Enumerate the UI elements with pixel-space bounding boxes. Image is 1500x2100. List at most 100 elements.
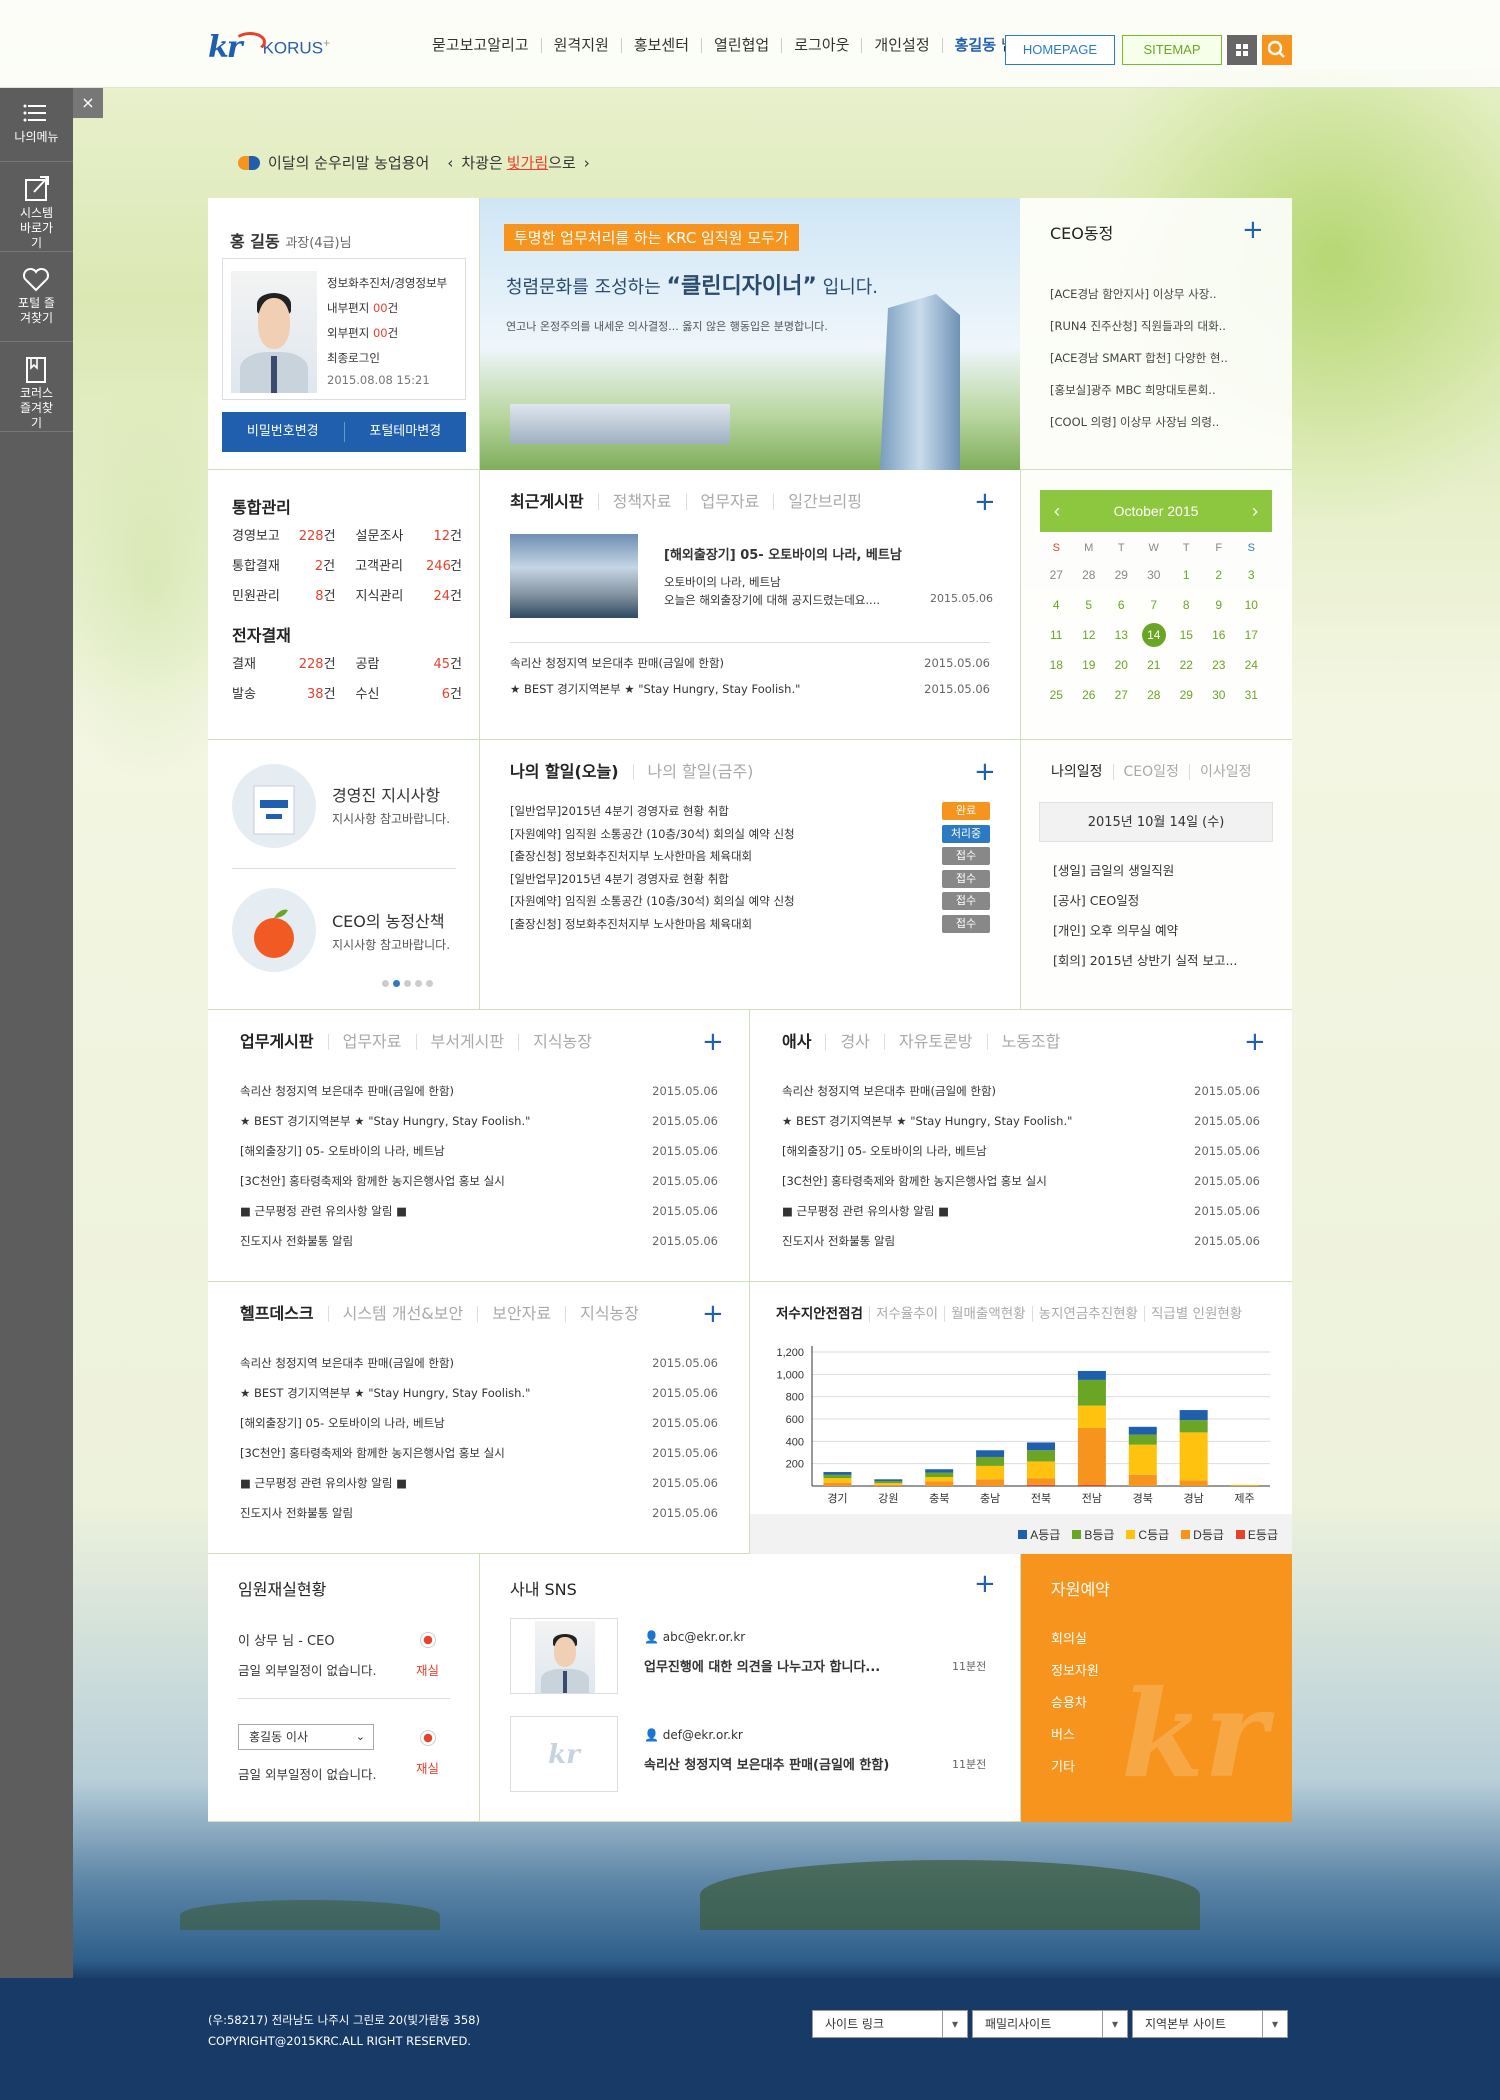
list-item[interactable]: [3C천안] 홍타령축제와 함께한 농지은행사업 홍보 실시 2015.05.06 (240, 1166, 718, 1196)
calendar-day[interactable]: 19 (1073, 650, 1106, 680)
stat-label[interactable]: 민원관리 (232, 582, 295, 612)
calendar-day[interactable]: 25 (1040, 680, 1073, 710)
tab-security-data[interactable]: 보안자료 (477, 1306, 565, 1322)
calendar-day[interactable]: 5 (1073, 590, 1106, 620)
ceo-news-item[interactable]: [COOL 의령] 이상무 사장님 의령.. (1050, 406, 1228, 438)
calendar-day[interactable]: 12 (1073, 620, 1106, 650)
recent-feature-title[interactable]: [해외출장기] 05- 오토바이의 나라, 베트남 (664, 544, 902, 563)
schedule-item[interactable]: [개인] 오후 의무실 예약 (1053, 916, 1237, 946)
sns-more-icon[interactable]: + (974, 1571, 996, 1597)
calendar-day[interactable]: 29 (1170, 680, 1203, 710)
calendar-day[interactable]: 15 (1170, 620, 1203, 650)
tab-farmland-pension[interactable]: 농지연금추진현황 (1031, 1306, 1144, 1322)
calendar-day[interactable]: 26 (1073, 680, 1106, 710)
stat-label[interactable]: 통합결재 (232, 552, 294, 582)
change-password-button[interactable]: 비밀번호변경 (222, 422, 345, 442)
calendar-day[interactable]: 9 (1203, 590, 1236, 620)
stat-label[interactable]: 수신 (356, 680, 427, 710)
homepage-button[interactable]: HOMEPAGE (1005, 35, 1115, 65)
calendar-day[interactable]: 11 (1040, 620, 1073, 650)
tab-policy[interactable]: 정책자료 (597, 494, 686, 510)
list-item[interactable]: ■ 근무평정 관련 유의사항 알림 ■ 2015.05.06 (240, 1468, 718, 1498)
tab-knowledge-farm[interactable]: 지식농장 (518, 1034, 606, 1050)
schedule-item[interactable]: [생일] 금일의 생일직원 (1053, 856, 1237, 886)
todo-item[interactable]: [자원예약] 임직원 소통공간 (10층/30석) 회의실 예약 신청 처리중 (510, 823, 990, 846)
calendar-day[interactable]: 24 (1235, 650, 1268, 680)
calendar-day[interactable]: 28 (1138, 680, 1171, 710)
resource-item-info[interactable]: 정보자원 (1051, 1656, 1099, 1688)
sitemap-button[interactable]: SITEMAP (1122, 35, 1222, 65)
list-item[interactable]: 속리산 청정지역 보은대추 판매(금일에 한함) 2015.05.06 (510, 650, 990, 676)
schedule-item[interactable]: [회의] 2015년 상반기 실적 보고... (1053, 946, 1237, 976)
todo-item[interactable]: [일반업무]2015년 4분기 경영자료 현황 취합 접수 (510, 868, 990, 891)
main-banner[interactable]: 투명한 업무처리를 하는 KRC 임직원 모두가 청렴문화를 조성하는 “클린디… (480, 198, 1020, 470)
sns-post-text[interactable]: 속리산 청정지역 보은대추 판매(금일에 한함) (644, 1754, 889, 1773)
ceo-news-item[interactable]: [ACE경남 SMART 합천] 다양한 현.. (1050, 342, 1228, 374)
calendar-day[interactable]: 16 (1203, 620, 1236, 650)
tab-dept-board[interactable]: 부서게시판 (415, 1034, 519, 1050)
nav-item[interactable]: 열린협업 (701, 38, 781, 53)
resource-item-bus[interactable]: 버스 (1051, 1720, 1099, 1752)
carousel-dots[interactable] (382, 980, 433, 987)
tab-storage-trend[interactable]: 저수율추이 (868, 1306, 944, 1322)
tab-director-schedule[interactable]: 이사일정 (1188, 764, 1262, 780)
list-item[interactable]: ■ 근무평정 관련 유의사항 알림 ■ 2015.05.06 (240, 1196, 718, 1226)
calendar-day[interactable]: 7 (1138, 590, 1171, 620)
close-icon[interactable]: × (73, 88, 103, 118)
stat-label[interactable]: 지식관리 (356, 582, 427, 612)
calendar-day[interactable]: 27 (1105, 680, 1138, 710)
list-item[interactable]: [해외출장기] 05- 오토바이의 나라, 베트남 2015.05.06 (240, 1136, 718, 1166)
helpdesk-more-icon[interactable]: + (702, 1301, 724, 1327)
list-item[interactable]: ★ BEST 경기지역본부 ★ "Stay Hungry, Stay Fooli… (782, 1106, 1260, 1136)
calendar-day[interactable]: 13 (1105, 620, 1138, 650)
list-item[interactable]: 속리산 청정지역 보은대추 판매(금일에 한함) 2015.05.06 (782, 1076, 1260, 1106)
todo-item[interactable]: [일반업무]2015년 4분기 경영자료 현황 취합 완료 (510, 800, 990, 823)
region-site-select[interactable]: 지역본부 사이트 (1132, 2010, 1288, 2038)
list-item[interactable]: 진도지사 전화불통 알림 2015.05.06 (240, 1498, 718, 1528)
ceo-news-item[interactable]: [RUN4 진주산청] 직원들과의 대화.. (1050, 310, 1228, 342)
tab-free-discussion[interactable]: 자유토론방 (883, 1034, 987, 1050)
list-item[interactable]: ★ BEST 경기지역본부 ★ "Stay Hungry, Stay Fooli… (510, 676, 990, 702)
quick-my-menu[interactable]: 나의메뉴 (0, 88, 73, 162)
list-item[interactable]: [해외출장기] 05- 오토바이의 나라, 베트남 2015.05.06 (782, 1136, 1260, 1166)
tab-ceo-schedule[interactable]: CEO일정 (1112, 764, 1189, 780)
search-icon[interactable] (1262, 35, 1292, 65)
list-item[interactable]: 속리산 청정지역 보은대추 판매(금일에 한함) 2015.05.06 (240, 1076, 718, 1106)
tab-celebration[interactable]: 경사 (825, 1034, 883, 1050)
quick-korus-favorite[interactable]: 코러스 즐겨찾기 (0, 342, 73, 432)
tab-condolence[interactable]: 애사 (782, 1034, 825, 1050)
tab-work-data[interactable]: 업무자료 (327, 1034, 416, 1050)
calendar-day[interactable]: 14 (1138, 620, 1171, 650)
nav-item-logout[interactable]: 로그아웃 (781, 38, 861, 53)
list-item[interactable]: ■ 근무평정 관련 유의사항 알림 ■ 2015.05.06 (782, 1196, 1260, 1226)
tab-system-security[interactable]: 시스템 개선&보안 (327, 1306, 478, 1322)
tab-todo-today[interactable]: 나의 할일(오늘) (510, 764, 633, 780)
calendar-day[interactable]: 8 (1170, 590, 1203, 620)
calendar-day[interactable]: 3 (1235, 560, 1268, 590)
stat-label[interactable]: 고객관리 (355, 552, 426, 582)
stat-label[interactable]: 결재 (232, 650, 295, 680)
todo-item[interactable]: [출장신청] 정보화추진처지부 노사한마음 체육대회 접수 (510, 913, 990, 936)
stat-label[interactable]: 설문조사 (356, 522, 427, 552)
list-item[interactable]: [해외출장기] 05- 오토바이의 나라, 베트남 2015.05.06 (240, 1408, 718, 1438)
list-item[interactable]: 속리산 청정지역 보은대추 판매(금일에 한함) 2015.05.06 (240, 1348, 718, 1378)
profile-outmail[interactable]: 외부편지 00건 (327, 321, 447, 346)
list-item[interactable]: ★ BEST 경기지역본부 ★ "Stay Hungry, Stay Fooli… (240, 1378, 718, 1408)
calendar-day[interactable]: 28 (1073, 560, 1106, 590)
profile-inmail[interactable]: 내부편지 00건 (327, 296, 447, 321)
list-item[interactable]: [3C천안] 홍타령축제와 함께한 농지은행사업 홍보 실시 2015.05.06 (782, 1166, 1260, 1196)
resource-item-meeting-room[interactable]: 회의실 (1051, 1624, 1099, 1656)
resource-item-etc[interactable]: 기타 (1051, 1752, 1099, 1784)
calendar-day[interactable]: 18 (1040, 650, 1073, 680)
notice-title[interactable]: 경영진 지시사항 (332, 782, 440, 806)
community-board-more-icon[interactable]: + (1244, 1029, 1266, 1055)
tab-helpdesk[interactable]: 헬프데스크 (240, 1306, 328, 1322)
tab-knowledge-farm[interactable]: 지식농장 (565, 1306, 653, 1322)
ceo-news-item[interactable]: [홍보실]광주 MBC 희망대토론회.. (1050, 374, 1228, 406)
tab-work-data[interactable]: 업무자료 (685, 494, 774, 510)
calendar-day[interactable]: 27 (1040, 560, 1073, 590)
ceo-news-item[interactable]: [ACE경남 함안지사] 이상무 사장.. (1050, 278, 1228, 310)
todo-more-icon[interactable]: + (974, 759, 996, 785)
ceo-news-more-icon[interactable]: + (1242, 217, 1264, 243)
tab-my-schedule[interactable]: 나의일정 (1051, 764, 1113, 780)
